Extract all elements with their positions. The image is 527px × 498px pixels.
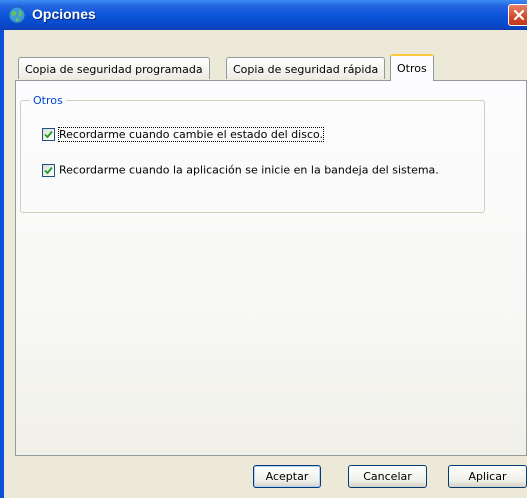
tab-label: Copia de seguridad rápida xyxy=(233,63,379,76)
title-bar[interactable]: Opciones xyxy=(0,0,527,30)
option-label: Recordarme cuando cambie el estado del d… xyxy=(57,126,325,142)
tab-label: Otros xyxy=(397,62,427,75)
tab-otros[interactable]: Otros xyxy=(390,54,434,81)
apply-button[interactable]: Aplicar xyxy=(448,465,527,488)
app-globe-icon xyxy=(8,6,26,24)
option-disk-status[interactable]: Recordarme cuando cambie el estado del d… xyxy=(42,126,325,142)
accept-button[interactable]: Aceptar xyxy=(253,465,321,488)
close-button[interactable] xyxy=(508,4,527,26)
tab-label: Copia de seguridad programada xyxy=(25,63,203,76)
group-box-otros xyxy=(20,100,485,213)
option-label: Recordarme cuando la aplicación se inici… xyxy=(59,163,439,177)
tray-start-checkbox[interactable] xyxy=(42,163,55,177)
options-dialog: Opciones Copia de seguridad programada C… xyxy=(0,0,527,498)
cancel-button[interactable]: Cancelar xyxy=(348,465,427,488)
tab-copia-rapida[interactable]: Copia de seguridad rápida xyxy=(226,57,386,79)
close-icon xyxy=(513,9,525,21)
disk-status-checkbox[interactable] xyxy=(42,127,55,141)
group-title: Otros xyxy=(30,94,66,107)
option-tray-start[interactable]: Recordarme cuando la aplicación se inici… xyxy=(42,163,439,177)
tab-copia-programada[interactable]: Copia de seguridad programada xyxy=(18,57,210,79)
checkmark-icon xyxy=(44,166,53,174)
window-title: Opciones xyxy=(32,6,96,22)
checkmark-icon xyxy=(44,130,53,138)
